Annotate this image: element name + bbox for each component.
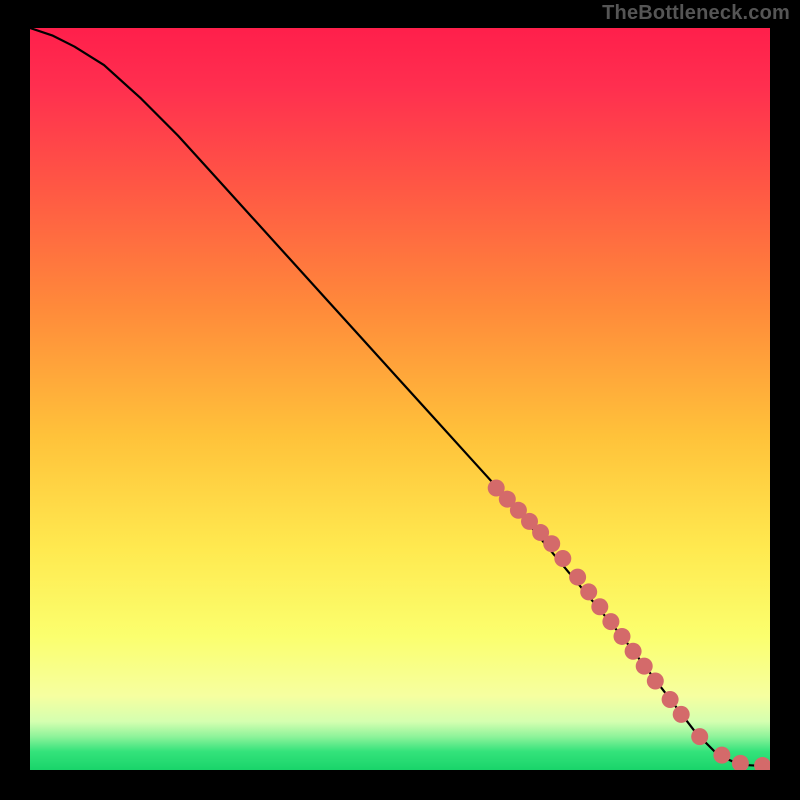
highlight-marker: [554, 550, 571, 567]
highlight-marker: [543, 535, 560, 552]
chart-svg: [30, 28, 770, 770]
highlight-marker: [580, 583, 597, 600]
highlight-marker: [614, 628, 631, 645]
highlight-marker: [569, 569, 586, 586]
highlight-marker: [713, 747, 730, 764]
highlight-marker: [673, 706, 690, 723]
highlight-marker: [591, 598, 608, 615]
highlight-marker: [691, 728, 708, 745]
watermark-text: TheBottleneck.com: [602, 2, 790, 25]
highlight-marker: [636, 658, 653, 675]
chart-frame: TheBottleneck.com: [0, 0, 800, 800]
chart-plot: [30, 28, 770, 770]
highlight-marker: [602, 613, 619, 630]
highlight-marker: [647, 672, 664, 689]
gradient-background: [30, 28, 770, 770]
highlight-marker: [662, 691, 679, 708]
highlight-marker: [625, 643, 642, 660]
